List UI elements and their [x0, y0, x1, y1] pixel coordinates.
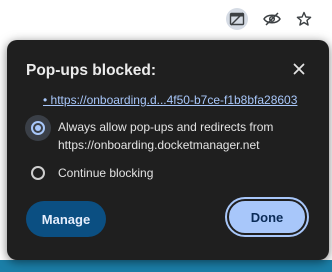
page-stripe: [0, 260, 332, 272]
dialog-title: Pop-ups blocked:: [26, 62, 157, 79]
option-continue-blocking-label: Continue blocking: [58, 166, 154, 180]
browser-toolbar: [0, 0, 332, 36]
done-button[interactable]: Done: [225, 197, 309, 237]
blocked-link-text: https://onboarding.d...4f50-b7ce-f1b8bfa…: [50, 93, 298, 107]
option-always-allow-label: Always allow pop-ups and redirects from …: [58, 120, 274, 152]
star-icon[interactable]: [293, 8, 315, 30]
eye-slash-icon[interactable]: [261, 8, 283, 30]
popup-blocked-dialog: Pop-ups blocked: • https://onboarding.d.…: [7, 40, 329, 260]
manage-button[interactable]: Manage: [26, 201, 106, 237]
popup-blocked-icon[interactable]: [226, 8, 248, 30]
blocked-popup-link[interactable]: • https://onboarding.d...4f50-b7ce-f1b8b…: [43, 93, 297, 107]
link-bullet: •: [43, 93, 51, 107]
close-button[interactable]: [289, 59, 309, 79]
radio-always-allow[interactable]: [25, 115, 51, 141]
close-icon: [293, 63, 305, 75]
radio-continue-blocking[interactable]: [25, 160, 51, 186]
